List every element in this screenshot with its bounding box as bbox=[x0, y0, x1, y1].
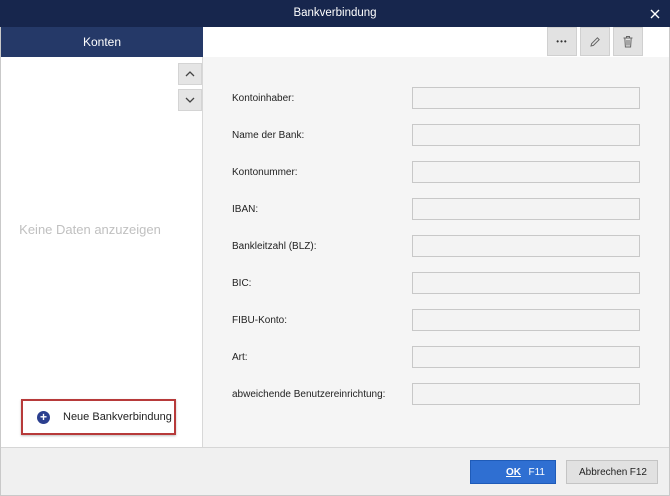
account-holder-label: Kontoinhaber: bbox=[232, 93, 295, 104]
alternate-user-setup-field[interactable] bbox=[412, 383, 640, 405]
plus-circle-icon: + bbox=[37, 410, 50, 424]
fibu-account-label: FIBU-Konto: bbox=[232, 315, 288, 326]
accounts-panel-header: Konten bbox=[1, 27, 203, 57]
pencil-icon bbox=[590, 36, 600, 47]
bank-code-field[interactable] bbox=[412, 235, 640, 257]
bank-name-field[interactable] bbox=[412, 124, 640, 146]
close-button[interactable] bbox=[640, 0, 670, 27]
alternate-user-setup-label: abweichende Benutzereinrichtung: bbox=[232, 389, 386, 400]
bic-label: BIC: bbox=[232, 278, 252, 289]
fibu-account-field[interactable] bbox=[412, 309, 640, 331]
cancel-shortcut-key: F12 bbox=[629, 466, 647, 478]
edit-button[interactable] bbox=[580, 27, 610, 56]
account-holder-field[interactable] bbox=[412, 87, 640, 109]
chevron-down-icon bbox=[185, 97, 195, 103]
new-bank-connection-label: Neue Bankverbindung bbox=[63, 411, 172, 423]
bank-name-label: Name der Bank: bbox=[232, 130, 305, 141]
account-number-label: Kontonummer: bbox=[232, 167, 298, 178]
dialog-body: Konten Keine Daten anzuzeigen + Neue Ban… bbox=[0, 27, 670, 496]
chevron-up-icon bbox=[185, 71, 195, 77]
bank-code-label: Bankleitzahl (BLZ): bbox=[232, 241, 317, 252]
cancel-button-label: Abbrechen bbox=[579, 466, 628, 478]
close-icon bbox=[650, 9, 660, 18]
cancel-button[interactable]: Abbrechen F12 bbox=[566, 460, 658, 484]
account-number-field[interactable] bbox=[412, 161, 640, 183]
ok-button-label: OK bbox=[506, 466, 521, 478]
type-label: Art: bbox=[232, 352, 248, 363]
title-bar: Bankverbindung bbox=[0, 0, 670, 27]
scroll-up-button[interactable] bbox=[178, 63, 202, 85]
dialog-footer: OK F11 Abbrechen F12 bbox=[1, 447, 669, 495]
delete-button[interactable] bbox=[613, 27, 643, 56]
more-icon: ••• bbox=[556, 37, 568, 46]
empty-list-message: Keine Daten anzuzeigen bbox=[19, 222, 161, 237]
iban-label: IBAN: bbox=[232, 204, 259, 215]
details-panel: ••• Kontoinhaber: Name der Bank: Kontonu… bbox=[203, 27, 669, 447]
bic-field[interactable] bbox=[412, 272, 640, 294]
iban-field[interactable] bbox=[412, 198, 640, 220]
accounts-panel: Konten Keine Daten anzuzeigen + Neue Ban… bbox=[1, 27, 203, 447]
trash-icon bbox=[623, 36, 633, 48]
scroll-down-button[interactable] bbox=[178, 89, 202, 111]
ok-button[interactable]: OK F11 bbox=[470, 460, 556, 484]
ok-shortcut-key: F11 bbox=[528, 466, 546, 478]
type-field[interactable] bbox=[412, 346, 640, 368]
more-options-button[interactable]: ••• bbox=[547, 27, 577, 56]
new-bank-connection-button[interactable]: + Neue Bankverbindung bbox=[21, 399, 176, 435]
window-title: Bankverbindung bbox=[293, 7, 377, 19]
details-toolbar: ••• bbox=[203, 27, 669, 57]
